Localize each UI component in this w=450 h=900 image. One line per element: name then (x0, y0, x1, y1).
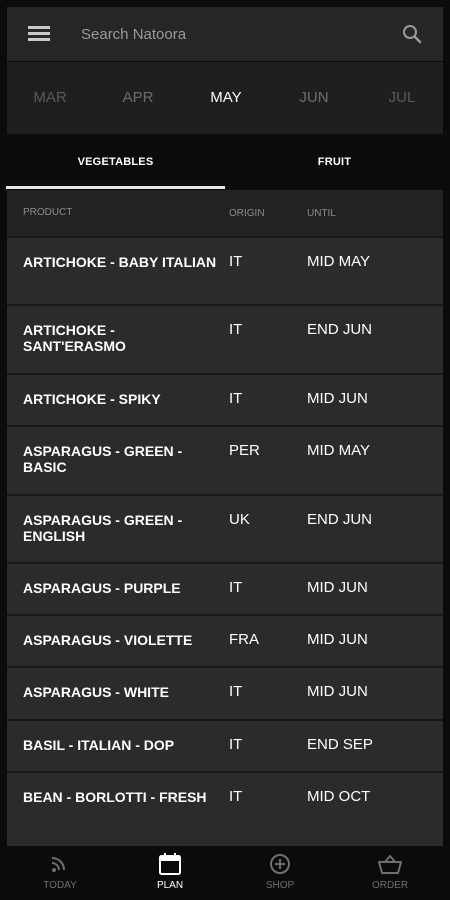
product-name: ARTICHOKE - SANT'ERASMO (23, 322, 126, 354)
product-origin: IT (229, 579, 243, 596)
product-origin: IT (229, 390, 243, 407)
product-name: ARTICHOKE - SPIKY (23, 391, 161, 407)
product-origin: IT (229, 253, 243, 270)
product-name: ASPARAGUS - PURPLE (23, 580, 181, 596)
month-selector: MAR APR MAY JUN JUL (7, 62, 443, 134)
product-origin: IT (229, 321, 243, 338)
product-name: BASIL - ITALIAN - DOP (23, 737, 175, 753)
column-header-origin: ORIGIN (229, 207, 265, 219)
product-origin: UK (229, 511, 250, 528)
calendar-icon (157, 853, 183, 875)
table-row[interactable]: ASPARAGUS - WHITE IT MID JUN (7, 666, 443, 719)
product-until: END SEP (307, 736, 373, 753)
menu-icon[interactable] (28, 26, 50, 42)
nav-shop[interactable]: SHOP (235, 846, 325, 900)
nav-label-shop: SHOP (265, 880, 295, 891)
product-until: MID MAY (307, 442, 371, 459)
month-jul[interactable]: JUL (389, 89, 416, 106)
product-name: ASPARAGUS - GREEN - BASIC (23, 443, 183, 475)
search-icon[interactable] (401, 23, 423, 45)
product-origin: IT (229, 788, 243, 805)
product-name: ASPARAGUS - VIOLETTE (23, 632, 193, 648)
product-name: ARTICHOKE - BABY ITALIAN (23, 254, 217, 270)
product-until: MID JUN (307, 631, 368, 648)
product-until: MID MAY (307, 253, 371, 270)
product-name: BEAN - BORLOTTI - FRESH (23, 789, 207, 805)
product-origin: FRA (229, 631, 259, 648)
product-origin: IT (229, 683, 243, 700)
table-row[interactable]: ASPARAGUS - PURPLE IT MID JUN (7, 562, 443, 614)
table-header: PRODUCT ORIGIN UNTIL (7, 190, 443, 236)
nav-plan[interactable]: PLAN (125, 846, 215, 900)
product-origin: IT (229, 736, 243, 753)
month-jun[interactable]: JUN (299, 89, 328, 106)
month-mar[interactable]: MAR (33, 89, 66, 106)
column-header-product: PRODUCT (23, 207, 73, 218)
search-input[interactable] (79, 24, 401, 44)
bottom-navigation: TODAY PLAN SHOP ORDER (0, 846, 450, 900)
tab-fruit[interactable]: FRUIT (225, 135, 444, 189)
basket-icon (377, 853, 403, 875)
table-row[interactable]: ARTICHOKE - SPIKY IT MID JUN (7, 373, 443, 425)
nav-label-plan: PLAN (156, 880, 184, 891)
rss-feed-icon (47, 853, 73, 875)
table-row[interactable]: ARTICHOKE - BABY ITALIAN IT MID MAY (7, 236, 443, 304)
plus-circle-icon (267, 853, 293, 875)
table-row[interactable]: ASPARAGUS - GREEN - BASIC PER MID MAY (7, 425, 443, 494)
product-until: END JUN (307, 321, 373, 338)
search-bar (7, 7, 443, 61)
produce-table: PRODUCT ORIGIN UNTIL ARTICHOKE - BABY IT… (7, 190, 443, 846)
tab-vegetables[interactable]: VEGETABLES (6, 135, 225, 189)
product-until: END JUN (307, 511, 373, 528)
table-row[interactable]: BASIL - ITALIAN - DOP IT END SEP (7, 719, 443, 771)
nav-order[interactable]: ORDER (345, 846, 435, 900)
product-origin: PER (229, 442, 260, 459)
table-row[interactable]: ASPARAGUS - GREEN - ENGLISH UK END JUN (7, 494, 443, 562)
month-apr[interactable]: APR (123, 89, 154, 106)
nav-label-order: ORDER (371, 880, 409, 891)
category-tabs: VEGETABLES FRUIT (0, 135, 450, 189)
nav-label-today: TODAY (43, 880, 77, 891)
product-until: MID JUN (307, 390, 368, 407)
product-name: ASPARAGUS - GREEN - ENGLISH (23, 512, 183, 544)
product-name: ASPARAGUS - WHITE (23, 684, 169, 700)
month-may[interactable]: MAY (210, 89, 241, 106)
table-row[interactable]: BEAN - BORLOTTI - FRESH IT MID OCT (7, 771, 443, 846)
active-tab-indicator (6, 186, 225, 189)
product-until: MID OCT (307, 788, 371, 805)
product-until: MID JUN (307, 683, 368, 700)
column-header-until: UNTIL (307, 207, 336, 219)
product-until: MID JUN (307, 579, 368, 596)
table-row[interactable]: ASPARAGUS - VIOLETTE FRA MID JUN (7, 614, 443, 666)
table-row[interactable]: ARTICHOKE - SANT'ERASMO IT END JUN (7, 304, 443, 373)
nav-today[interactable]: TODAY (15, 846, 105, 900)
